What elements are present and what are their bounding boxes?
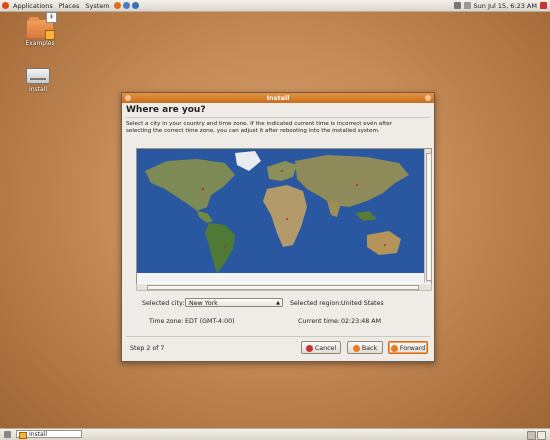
desktop-icon-label: Examples [25, 40, 55, 47]
network-icon[interactable] [453, 2, 461, 9]
back-button[interactable]: Back [347, 341, 383, 354]
selected-region-label: Selected region: [290, 300, 342, 307]
folder-icon: ℹ [27, 12, 57, 40]
time-zone-label: Time zone: [149, 318, 184, 325]
power-icon[interactable] [540, 2, 547, 9]
forward-button[interactable]: Forward [388, 341, 428, 354]
workspace-switcher-1[interactable] [527, 431, 536, 440]
window-menu-icon[interactable] [125, 95, 131, 101]
forward-arrow-icon [390, 344, 398, 352]
map-horizontal-scrollbar[interactable] [136, 284, 432, 291]
ubuntu-logo-icon[interactable] [2, 2, 9, 9]
desktop-icon-label: Install [28, 86, 48, 93]
step-indicator: Step 2 of 7 [130, 345, 165, 352]
show-desktop-icon[interactable] [4, 431, 11, 438]
window-titlebar[interactable]: Install [122, 93, 434, 103]
desktop-icon-install[interactable]: Install [16, 68, 60, 93]
cancel-icon [305, 344, 313, 352]
firefox-icon[interactable] [113, 2, 121, 9]
world-map-image[interactable] [137, 149, 424, 283]
install-window: Install Where are you? Select a city in … [121, 92, 435, 362]
page-title: Where are you? [126, 105, 206, 115]
window-title: Install [266, 94, 290, 102]
chevron-down-icon: ▲ [276, 300, 280, 306]
world-map[interactable] [136, 148, 432, 286]
menu-system[interactable]: System [82, 2, 112, 10]
top-panel: Applications Places System Sun Jul 15, 6… [0, 0, 550, 12]
close-icon[interactable] [425, 95, 431, 101]
selected-city-value: New York [189, 300, 218, 307]
clock[interactable]: Sun Jul 15, 6:23 AM [474, 2, 537, 10]
current-time-label: Current time: [298, 318, 340, 325]
taskbar-item-install[interactable]: Install [16, 430, 82, 439]
bottom-panel: Install [0, 428, 550, 440]
menu-applications[interactable]: Applications [10, 2, 56, 10]
drive-icon [26, 68, 50, 84]
divider [126, 336, 430, 337]
volume-icon[interactable] [463, 2, 471, 9]
desktop-icon-examples[interactable]: ℹ Examples [18, 12, 62, 47]
description-text: Select a city in your country and time z… [126, 121, 393, 134]
workspace-switcher-2[interactable] [537, 431, 546, 440]
help-icon[interactable] [131, 2, 139, 9]
email-icon[interactable] [122, 2, 130, 9]
cancel-button[interactable]: Cancel [301, 341, 341, 354]
selected-city-combobox[interactable]: New York ▲ [185, 298, 283, 307]
map-vertical-scrollbar[interactable] [424, 149, 432, 283]
menu-places[interactable]: Places [56, 2, 83, 10]
time-zone-value: EDT (GMT-4:00) [185, 318, 235, 325]
selected-city-label: Selected city: [142, 300, 185, 307]
current-time-value: 02:23:48 AM [341, 318, 382, 325]
back-arrow-icon [352, 344, 360, 352]
selected-region-value: United States [341, 300, 384, 307]
